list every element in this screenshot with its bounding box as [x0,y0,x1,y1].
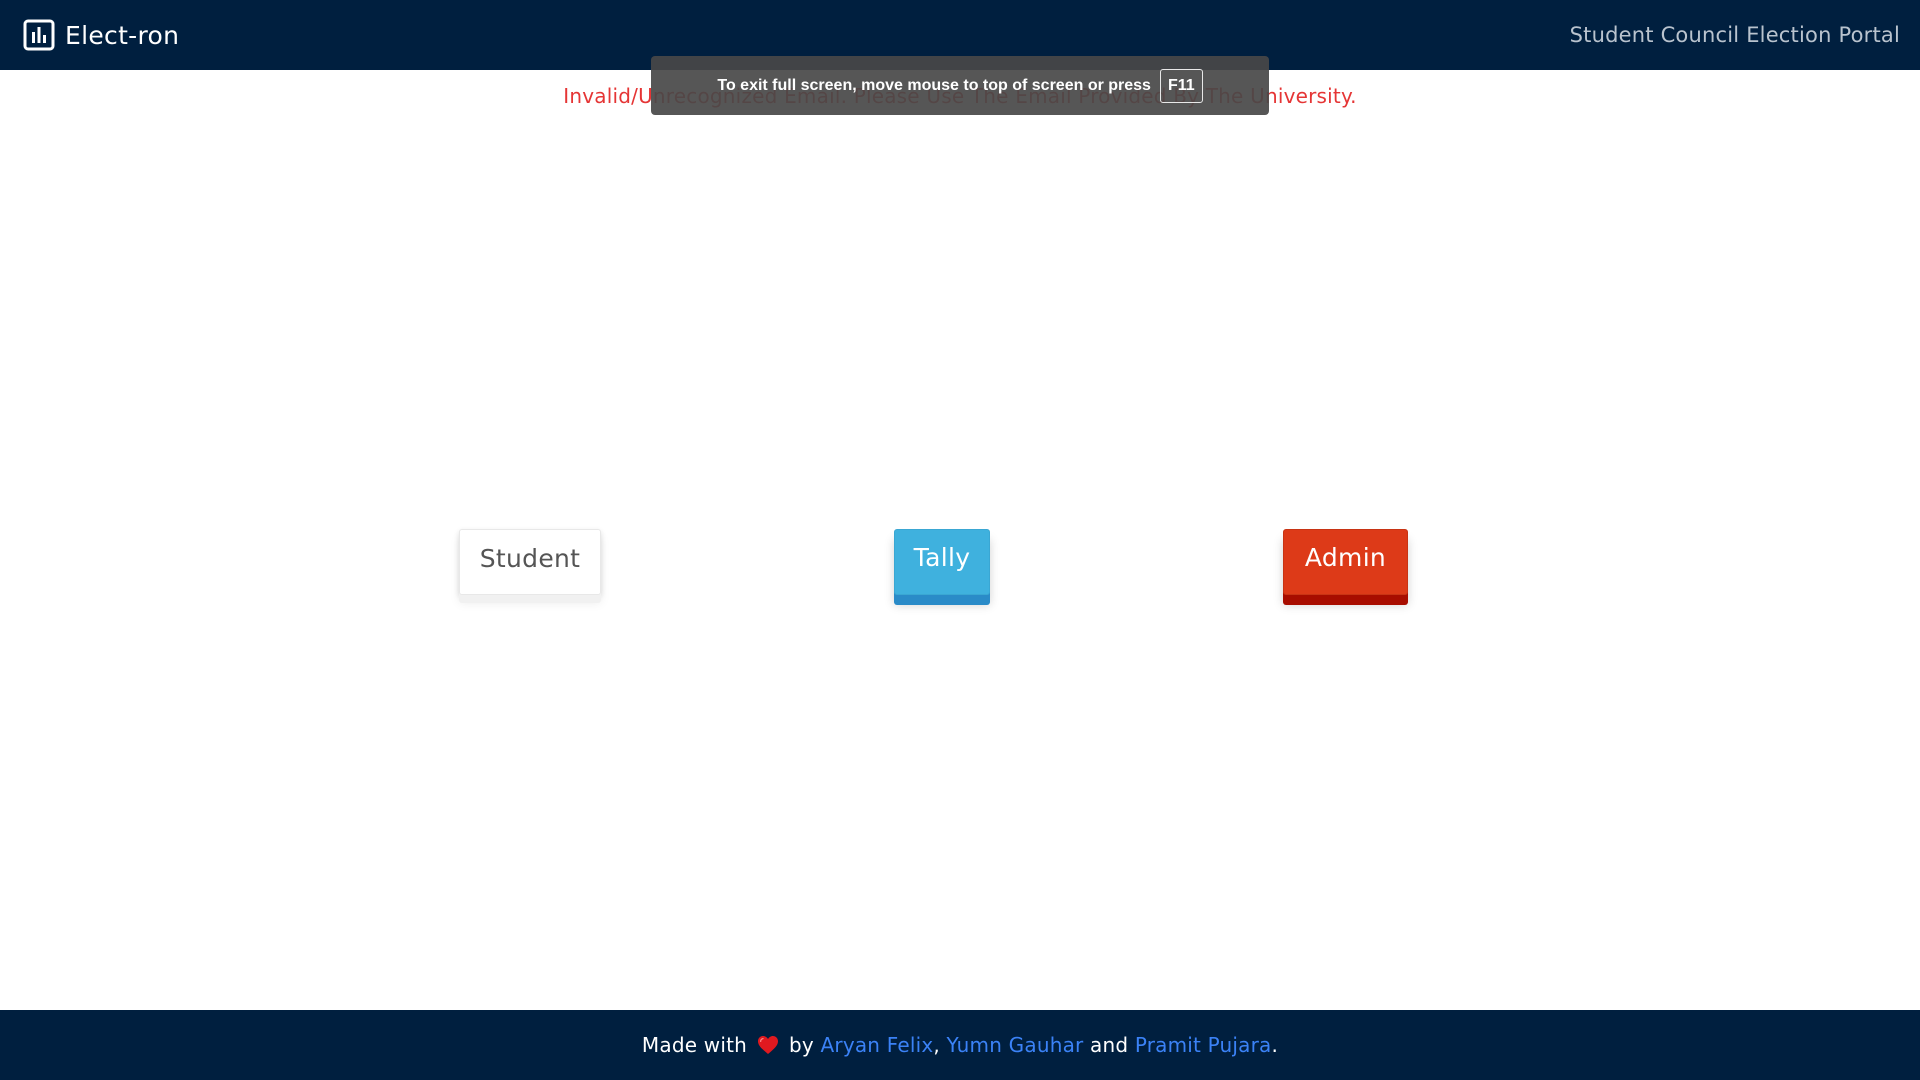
fullscreen-exit-toast: To exit full screen, move mouse to top o… [651,56,1269,115]
page: Elect-ron Student Council Election Porta… [0,0,1920,1080]
brand-link[interactable]: Elect-ron [23,19,179,51]
author-link-pramit-pujara[interactable]: Pramit Pujara [1135,1033,1272,1057]
heart-icon [757,1035,779,1055]
student-button[interactable]: Student [459,529,601,595]
author-link-yumn-gauhar[interactable]: Yumn Gauhar [947,1033,1084,1057]
portal-title: Student Council Election Portal [1569,23,1900,47]
author-link-aryan-felix[interactable]: Aryan Felix [821,1033,934,1057]
admin-button[interactable]: Admin [1283,529,1408,595]
footer-period: . [1271,1033,1279,1057]
bar-chart-icon [23,19,55,51]
footer-and: and [1090,1033,1129,1057]
fullscreen-toast-message: To exit full screen, move mouse to top o… [717,76,1151,94]
fullscreen-toast-key: F11 [1159,68,1203,103]
footer: Made with by Aryan Felix, Yumn Gauhar an… [0,1010,1920,1080]
brand-label: Elect-ron [65,20,180,50]
tally-button[interactable]: Tally [894,529,990,595]
footer-by: by [789,1033,814,1057]
footer-made-with: Made with [641,1033,748,1057]
